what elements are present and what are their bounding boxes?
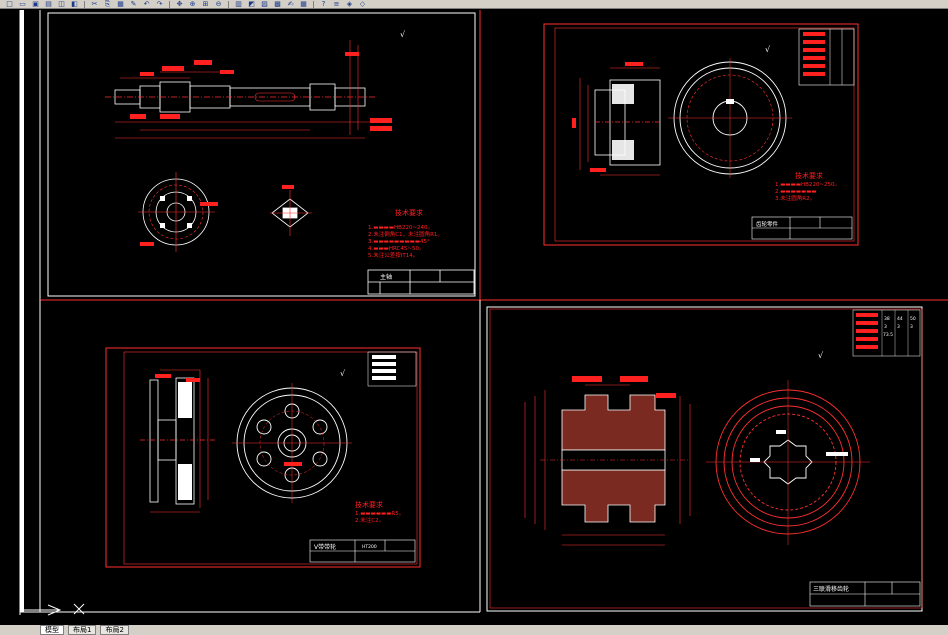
layer-previous-icon[interactable]: ◇ bbox=[357, 0, 368, 8]
param-cell: 38 bbox=[884, 316, 890, 322]
notes-title: 技术要求 bbox=[795, 171, 823, 180]
note-line: 2.未注倒角C1，未注圆角R1。 bbox=[368, 230, 443, 238]
svg-text:√: √ bbox=[340, 369, 346, 378]
toolbar-separator bbox=[313, 0, 314, 8]
param-cell: 3 bbox=[884, 324, 887, 330]
layer-icon[interactable]: ≡ bbox=[331, 0, 342, 8]
note-line: 5.未注公差按IT14。 bbox=[368, 251, 418, 259]
open-icon[interactable]: ▭ bbox=[17, 0, 28, 8]
note-line: 1.▬▬▬▬HB220~240。 bbox=[368, 225, 433, 231]
param-cell: 3 bbox=[897, 324, 900, 330]
tab-model[interactable]: 模型 bbox=[40, 625, 64, 635]
toolbar-separator bbox=[84, 0, 85, 8]
tab-layout1[interactable]: 布局1 bbox=[68, 625, 97, 635]
standard-toolbar: □ ▭ ▣ ▤ ◫ ◧ ✂ ⎘ ▦ ✎ ↶ ↷ ✥ ⊕ ⊞ ⊖ ▥ ◩ ▨ ▩ ✍ ▦? ≡ ◈ ◇ bbox=[0, 0, 948, 9]
paste-icon[interactable]: ▦ bbox=[115, 0, 126, 8]
save-icon[interactable]: ▣ bbox=[30, 0, 41, 8]
title-block-name: 三联滑移齿轮 bbox=[813, 585, 849, 593]
note-line: 3.▬▬▬▬▬▬▬▬▬45° bbox=[368, 239, 430, 245]
note-line: 4.▬▬▬HRC45~50。 bbox=[368, 246, 424, 252]
tool-palettes-icon[interactable]: ▨ bbox=[259, 0, 270, 8]
notes-title: 技术要求 bbox=[355, 500, 383, 509]
new-icon[interactable]: □ bbox=[4, 0, 15, 8]
drawing-canvas[interactable]: √ 技术要求 1.▬▬▬▬HB220~240。 2.未注倒角C1，未注圆角R1。… bbox=[0, 10, 948, 625]
sheet-pulley: √ 技术要求 1.▬▬▬▬▬▬R5。 2.未注C2。 V带带轮 HT200 bbox=[105, 347, 421, 568]
note-line: 2.▬▬▬▬▬▬▬ bbox=[775, 189, 817, 195]
properties-icon[interactable]: ▥ bbox=[233, 0, 244, 8]
sheet-triple-gear: 38 44 50 3 3 3 73.5 √ 三联滑移齿轮 bbox=[486, 306, 923, 612]
layer-state-icon[interactable]: ◈ bbox=[344, 0, 355, 8]
outer-frame bbox=[19, 10, 948, 615]
note-line: 3.未注圆角R2。 bbox=[775, 194, 815, 202]
help-icon[interactable]: ? bbox=[318, 0, 329, 8]
title-block-name: 齿轮零件 bbox=[756, 220, 779, 228]
copy-icon[interactable]: ⎘ bbox=[102, 0, 113, 8]
redo-icon[interactable]: ↷ bbox=[154, 0, 165, 8]
svg-text:√: √ bbox=[765, 45, 771, 54]
sheet-gear: √ 技术要求 1.▬▬▬▬HB220~250。 2.▬▬▬▬▬▬▬ 3.未注圆角… bbox=[543, 23, 859, 246]
markup-icon[interactable]: ✍ bbox=[285, 0, 296, 8]
sheet-shaft: √ 技术要求 1.▬▬▬▬HB220~240。 2.未注倒角C1，未注圆角R1。… bbox=[47, 12, 476, 297]
pan-icon[interactable]: ✥ bbox=[174, 0, 185, 8]
layout-tab-bar: 模型 布局1 布局2 bbox=[0, 625, 948, 635]
zoom-window-icon[interactable]: ⊞ bbox=[200, 0, 211, 8]
calculator-icon[interactable]: ▦ bbox=[298, 0, 309, 8]
zoom-realtime-icon[interactable]: ⊕ bbox=[187, 0, 198, 8]
param-cell: 3 bbox=[910, 324, 913, 330]
material-cell: HT200 bbox=[362, 544, 377, 550]
publish-icon[interactable]: ◧ bbox=[69, 0, 80, 8]
tab-layout2[interactable]: 布局2 bbox=[100, 625, 129, 635]
sheet-set-icon[interactable]: ▩ bbox=[272, 0, 283, 8]
title-block-name: V带带轮 bbox=[314, 543, 336, 551]
param-cell: 50 bbox=[910, 316, 916, 322]
note-line: 1.▬▬▬▬▬▬R5。 bbox=[355, 511, 404, 517]
undo-icon[interactable]: ↶ bbox=[141, 0, 152, 8]
toolbar-separator bbox=[228, 0, 229, 8]
svg-text:√: √ bbox=[818, 351, 824, 360]
cut-icon[interactable]: ✂ bbox=[89, 0, 100, 8]
ucs-icon bbox=[22, 603, 85, 616]
note-line: 2.未注C2。 bbox=[355, 516, 384, 524]
toolbar-separator bbox=[169, 0, 170, 8]
print-icon[interactable]: ▤ bbox=[43, 0, 54, 8]
param-cell: 44 bbox=[897, 316, 903, 322]
svg-text:√: √ bbox=[400, 30, 406, 39]
title-block-name: 主轴 bbox=[380, 273, 392, 281]
zoom-previous-icon[interactable]: ⊖ bbox=[213, 0, 224, 8]
preview-icon[interactable]: ◫ bbox=[56, 0, 67, 8]
notes-title: 技术要求 bbox=[395, 208, 423, 217]
match-properties-icon[interactable]: ✎ bbox=[128, 0, 139, 8]
note-line: 1.▬▬▬▬HB220~250。 bbox=[775, 182, 840, 188]
design-center-icon[interactable]: ◩ bbox=[246, 0, 257, 8]
param-extra: 73.5 bbox=[883, 332, 893, 338]
